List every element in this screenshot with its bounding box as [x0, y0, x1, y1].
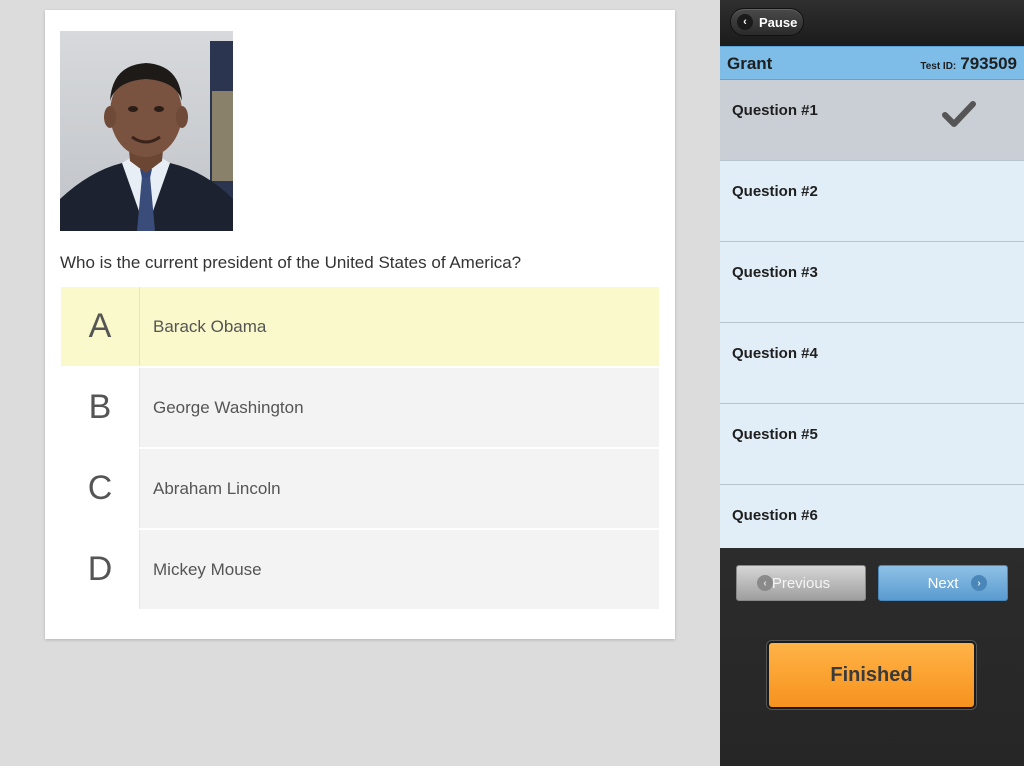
question-item-label: Question #2	[732, 183, 818, 200]
answer-letter: D	[61, 530, 140, 609]
previous-button[interactable]: ‹ Previous	[736, 565, 866, 601]
top-bar: ‹ Pause	[720, 0, 1024, 46]
answer-letter: B	[61, 368, 140, 447]
answer-option-d[interactable]: D Mickey Mouse	[61, 530, 659, 609]
question-card: Who is the current president of the Unit…	[45, 10, 675, 639]
question-item-label: Question #4	[732, 345, 818, 362]
chevron-left-icon: ‹	[757, 575, 773, 591]
question-item-label: Question #6	[732, 507, 818, 524]
question-item-5[interactable]: Question #5	[720, 404, 1024, 485]
pause-button[interactable]: ‹ Pause	[730, 8, 804, 36]
answer-letter: A	[61, 287, 140, 366]
answer-letter: C	[61, 449, 140, 528]
answer-text: Barack Obama	[153, 316, 267, 336]
answer-option-c[interactable]: C Abraham Lincoln	[61, 449, 659, 528]
question-navigator-panel: ‹ Pause Grant Test ID: 793509 Question #…	[720, 0, 1024, 766]
question-text: Who is the current president of the Unit…	[60, 253, 522, 272]
answer-option-b[interactable]: B George Washington	[61, 368, 659, 447]
navigation-bar: ‹ Previous Next ›	[720, 550, 1024, 620]
question-item-1[interactable]: Question #1	[720, 80, 1024, 161]
chevron-left-icon: ‹	[737, 14, 753, 30]
student-info-bar: Grant Test ID: 793509	[720, 46, 1024, 80]
student-name: Grant	[727, 54, 773, 73]
pause-label: Pause	[759, 14, 798, 30]
question-list: Question #1 Question #2 Question #3 Ques…	[720, 80, 1024, 548]
question-item-2[interactable]: Question #2	[720, 161, 1024, 242]
next-label: Next	[927, 574, 959, 592]
answer-text: Mickey Mouse	[153, 559, 262, 579]
previous-label: Previous	[771, 574, 831, 592]
question-item-6[interactable]: Question #6	[720, 485, 1024, 548]
question-item-3[interactable]: Question #3	[720, 242, 1024, 323]
test-id-label: Test ID:	[920, 61, 957, 72]
finished-button[interactable]: Finished	[767, 641, 976, 709]
test-id: Test ID: 793509	[920, 54, 1017, 74]
next-button[interactable]: Next ›	[878, 565, 1008, 601]
question-image	[60, 31, 233, 231]
answer-text: Abraham Lincoln	[153, 478, 281, 498]
answer-list: A Barack Obama B George Washington C Abr…	[61, 287, 659, 611]
question-item-label: Question #3	[732, 264, 818, 281]
question-item-label: Question #1	[732, 102, 818, 119]
question-item-4[interactable]: Question #4	[720, 323, 1024, 404]
checkmark-icon	[942, 101, 976, 127]
answer-text: George Washington	[153, 397, 304, 417]
test-id-value: 793509	[960, 54, 1017, 73]
question-item-label: Question #5	[732, 426, 818, 443]
answer-option-a[interactable]: A Barack Obama	[61, 287, 659, 366]
chevron-right-icon: ›	[971, 575, 987, 591]
